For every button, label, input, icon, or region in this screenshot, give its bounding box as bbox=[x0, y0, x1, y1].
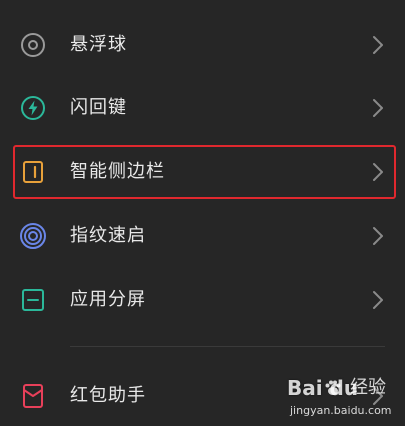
settings-menu-list: 悬浮球 闪回键 智能侧边栏 指纹速启 应用分屏 红包助手 bbox=[0, 0, 405, 425]
section-divider bbox=[70, 346, 385, 347]
menu-item-label: 智能侧边栏 bbox=[70, 161, 165, 182]
chevron-right-icon bbox=[371, 161, 385, 183]
chevron-right-icon bbox=[371, 385, 385, 407]
menu-item-flash-key[interactable]: 闪回键 bbox=[0, 78, 405, 138]
red-envelope-icon bbox=[19, 382, 47, 410]
chevron-right-icon bbox=[371, 34, 385, 56]
menu-item-floating-ball[interactable]: 悬浮球 bbox=[0, 15, 405, 75]
chevron-right-icon bbox=[371, 289, 385, 311]
lightning-icon bbox=[19, 94, 47, 122]
menu-item-label: 悬浮球 bbox=[70, 34, 127, 55]
menu-item-red-packet[interactable]: 红包助手 bbox=[0, 366, 405, 426]
split-screen-icon bbox=[19, 286, 47, 314]
menu-item-smart-sidebar[interactable]: 智能侧边栏 bbox=[0, 142, 405, 202]
menu-item-split-screen[interactable]: 应用分屏 bbox=[0, 270, 405, 330]
chevron-right-icon bbox=[371, 225, 385, 247]
chevron-right-icon bbox=[371, 97, 385, 119]
fingerprint-icon bbox=[19, 222, 47, 250]
menu-item-fingerprint[interactable]: 指纹速启 bbox=[0, 206, 405, 266]
menu-item-label: 闪回键 bbox=[70, 97, 127, 118]
sidebar-icon bbox=[19, 158, 47, 186]
menu-item-label: 指纹速启 bbox=[70, 225, 146, 246]
floating-ball-icon bbox=[19, 31, 47, 59]
menu-item-label: 红包助手 bbox=[70, 385, 146, 406]
menu-item-label: 应用分屏 bbox=[70, 289, 146, 310]
